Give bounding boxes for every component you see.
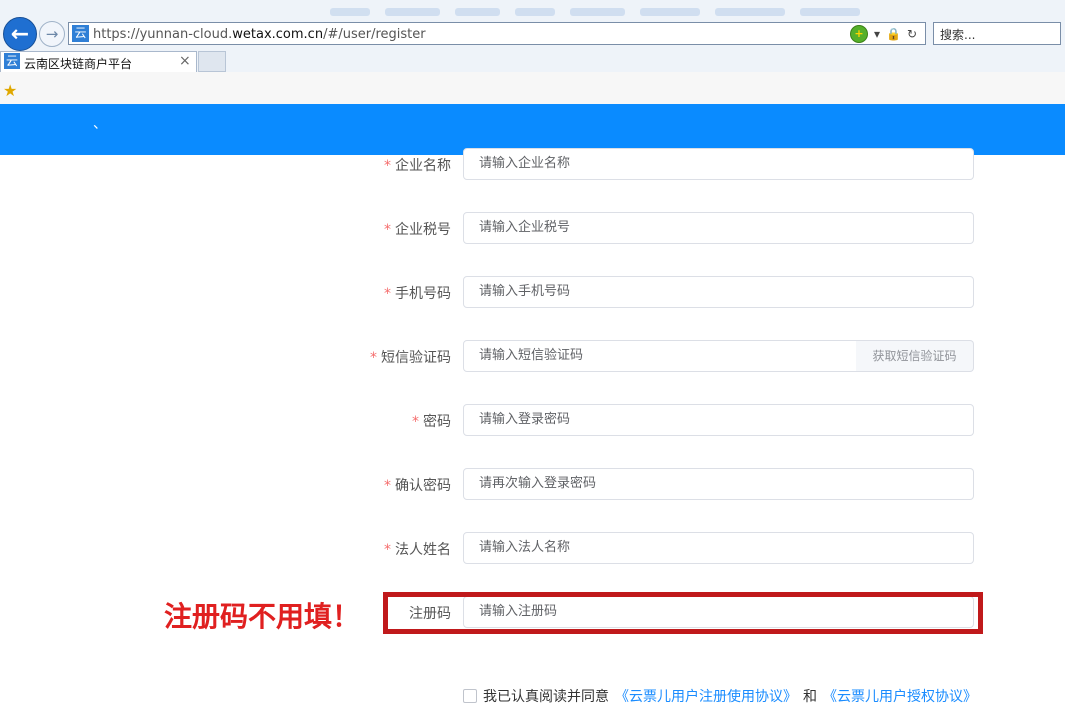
- sms-code-label: * 短信验证码: [370, 347, 451, 367]
- password-label: * 密码: [412, 411, 451, 431]
- favorites-star-icon[interactable]: ★: [3, 81, 17, 100]
- tab-title[interactable]: 云南区块链商户平台: [24, 55, 132, 72]
- user-authorization-agreement-link[interactable]: 《云票儿用户授权协议》: [823, 686, 977, 706]
- search-input[interactable]: 搜索...: [933, 22, 1061, 45]
- forward-button[interactable]: →: [39, 21, 65, 47]
- url-text[interactable]: https://yunnan-cloud.wetax.com.cn/#/user…: [93, 27, 426, 42]
- sms-code-input[interactable]: 请输入短信验证码: [463, 340, 857, 372]
- back-button[interactable]: ←: [3, 17, 37, 51]
- lock-icon[interactable]: 🔒: [886, 27, 901, 41]
- tab-favicon-icon: 云: [4, 53, 20, 69]
- confirm-password-label-text: 确认密码: [395, 478, 451, 494]
- tax-id-label: * 企业税号: [384, 219, 451, 239]
- close-icon[interactable]: ×: [179, 53, 191, 69]
- required-mark: *: [384, 158, 391, 174]
- required-mark: *: [384, 286, 391, 302]
- company-name-label: * 企业名称: [384, 155, 451, 175]
- agreement-text: 我已认真阅读并同意: [483, 689, 609, 705]
- required-mark: *: [384, 222, 391, 238]
- required-mark: *: [384, 542, 391, 558]
- legal-person-label-text: 法人姓名: [395, 542, 451, 558]
- phone-label: * 手机号码: [384, 283, 451, 303]
- background-tabs: [0, 8, 1065, 22]
- highlight-box: [383, 592, 983, 634]
- annotation-note: 注册码不用填！: [164, 600, 361, 633]
- phone-label-text: 手机号码: [395, 286, 451, 302]
- favorites-bar: [0, 72, 1065, 105]
- address-bar-icons: + ▾ 🔒 ↻: [850, 25, 917, 43]
- back-arrow-icon: ←: [10, 21, 30, 47]
- header-text: 、: [93, 116, 107, 132]
- site-favicon-icon: 云: [72, 25, 89, 42]
- required-mark: *: [412, 414, 419, 430]
- company-name-input[interactable]: 请输入企业名称: [463, 148, 974, 180]
- user-registration-agreement-link[interactable]: 《云票儿用户注册使用协议》: [615, 686, 797, 706]
- agreement-row: 我已认真阅读并同意 《云票儿用户注册使用协议》 和 《云票儿用户授权协议》: [463, 686, 977, 706]
- legal-person-input[interactable]: 请输入法人名称: [463, 532, 974, 564]
- legal-person-label: * 法人姓名: [384, 539, 451, 559]
- url-prefix: https://yunnan-cloud.: [93, 27, 233, 42]
- refresh-icon[interactable]: ↻: [907, 27, 917, 41]
- confirm-password-label: * 确认密码: [384, 475, 451, 495]
- dropdown-arrow-icon[interactable]: ▾: [874, 27, 880, 41]
- tax-id-label-text: 企业税号: [395, 222, 451, 238]
- company-name-label-text: 企业名称: [395, 158, 451, 174]
- forward-arrow-icon: →: [45, 25, 59, 43]
- confirm-password-input[interactable]: 请再次输入登录密码: [463, 468, 974, 500]
- password-input[interactable]: 请输入登录密码: [463, 404, 974, 436]
- url-host: wetax.com.cn: [232, 27, 324, 42]
- agreement-and-text: 和: [803, 689, 817, 705]
- sms-code-label-text: 短信验证码: [381, 350, 451, 366]
- required-mark: *: [370, 350, 377, 366]
- get-sms-code-button[interactable]: 获取短信验证码: [856, 340, 974, 372]
- new-tab-button[interactable]: [198, 51, 226, 72]
- url-path: /#/user/register: [323, 27, 426, 42]
- required-mark: *: [384, 478, 391, 494]
- password-label-text: 密码: [423, 414, 451, 430]
- compatibility-view-icon[interactable]: +: [850, 25, 868, 43]
- phone-input[interactable]: 请输入手机号码: [463, 276, 974, 308]
- agreement-checkbox[interactable]: [463, 689, 477, 703]
- tax-id-input[interactable]: 请输入企业税号: [463, 212, 974, 244]
